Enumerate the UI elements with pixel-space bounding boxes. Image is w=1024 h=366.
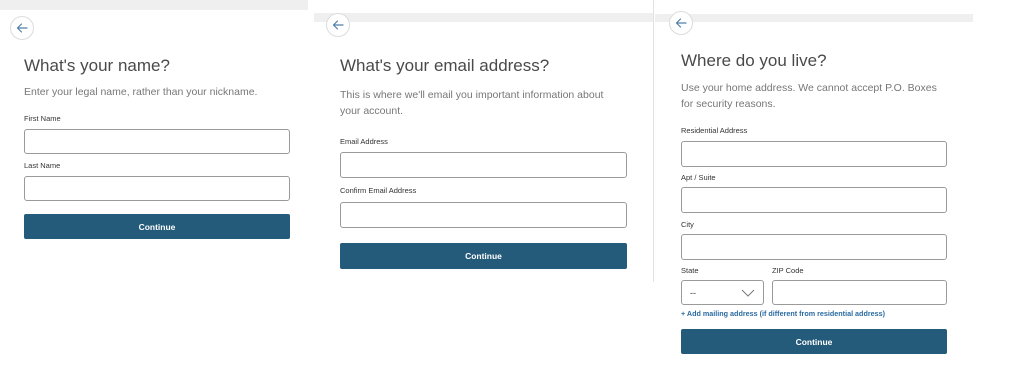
apt-suite-label: Apt / Suite xyxy=(681,173,716,182)
page-subtitle: This is where we'll email you important … xyxy=(340,89,604,117)
page-title: Where do you live? xyxy=(681,51,827,70)
last-name-label: Last Name xyxy=(24,161,61,170)
address-step-panel: Where do you live? Use your home address… xyxy=(655,0,973,366)
state-select[interactable]: -- xyxy=(681,280,764,305)
chevron-down-icon xyxy=(741,289,755,297)
back-button[interactable] xyxy=(326,13,350,37)
city-label: City xyxy=(681,220,694,229)
city-field[interactable] xyxy=(681,234,947,260)
state-select-value: -- xyxy=(690,287,696,298)
back-button[interactable] xyxy=(669,11,693,35)
confirm-email-label: Confirm Email Address xyxy=(340,186,417,195)
add-mailing-address-link[interactable]: + Add mailing address (if different from… xyxy=(681,309,885,318)
back-button[interactable] xyxy=(10,16,34,40)
page-subtitle: Use your home address. We cannot accept … xyxy=(681,82,937,110)
arrow-left-icon xyxy=(332,20,344,30)
apt-suite-field[interactable] xyxy=(681,187,947,213)
email-step-panel: What's your email address? This is where… xyxy=(314,0,654,282)
arrow-left-icon xyxy=(675,18,687,28)
zip-code-field[interactable] xyxy=(772,280,947,305)
first-name-label: First Name xyxy=(24,114,61,123)
email-field[interactable] xyxy=(340,152,627,178)
top-bar xyxy=(314,13,653,22)
continue-button[interactable]: Continue xyxy=(24,214,290,239)
email-label: Email Address xyxy=(340,137,388,146)
residential-address-field[interactable] xyxy=(681,141,947,167)
residential-address-label: Residential Address xyxy=(681,126,748,135)
confirm-email-field[interactable] xyxy=(340,202,627,228)
page-title: What's your email address? xyxy=(340,56,550,75)
top-bar xyxy=(655,14,973,22)
zip-code-label: ZIP Code xyxy=(772,266,804,275)
continue-button[interactable]: Continue xyxy=(681,329,947,354)
signup-steps-canvas: What's your name? Enter your legal name,… xyxy=(0,0,1024,366)
page-subtitle: Enter your legal name, rather than your … xyxy=(24,86,258,98)
arrow-left-icon xyxy=(16,23,28,33)
name-step-panel: What's your name? Enter your legal name,… xyxy=(0,0,308,256)
first-name-field[interactable] xyxy=(24,129,290,154)
page-title: What's your name? xyxy=(24,56,170,75)
last-name-field[interactable] xyxy=(24,176,290,201)
state-label: State xyxy=(681,266,699,275)
continue-button[interactable]: Continue xyxy=(340,243,627,269)
top-bar xyxy=(0,0,308,10)
